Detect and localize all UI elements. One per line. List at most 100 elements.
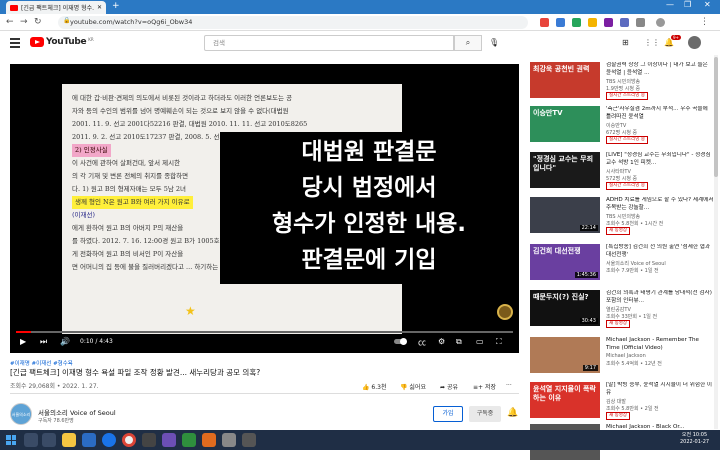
recommendation-item[interactable]: 22:14 ADHD 치료를 게임으로 할 수 있다? 세계에서 주목받는 강놀할… xyxy=(530,197,716,235)
recommendation-meta: 1.9만명 시청 중 xyxy=(606,86,641,92)
new-tab-button[interactable]: + xyxy=(112,1,120,11)
theater-mode-icon[interactable]: ▭ xyxy=(476,337,484,346)
recommendation-thumbnail[interactable]: 윤석열 지지율이 폭락하는 이유 xyxy=(530,382,600,418)
task-view-icon[interactable] xyxy=(42,433,56,447)
channel-avatar[interactable]: 서울의소리 xyxy=(10,403,32,425)
search-taskbar-icon[interactable] xyxy=(24,433,38,447)
recommendation-channel[interactable]: 김상 대발 xyxy=(606,398,626,405)
recommendation-item[interactable]: 최강욱 공천빈 권력 검찰권력 상상 그 이상이다 | 내가 보고 들은 윤석열 … xyxy=(530,62,716,100)
recommendation-channel[interactable]: 열린공감TV xyxy=(606,306,631,313)
recommendation-item[interactable]: 이승만TV '측근'사우실겸 2m까지 부적... 우주 곡을에 틀려따진 윤석열… xyxy=(530,106,716,144)
settings-gear-icon[interactable]: ⚙ xyxy=(438,337,445,346)
recommendation-title[interactable]: Michael Jackson - Remember The Time (Off… xyxy=(606,337,714,352)
app-icon[interactable] xyxy=(202,433,216,447)
recommendation-title[interactable]: '측근'사우실겸 2m까지 부적... 우주 곡을에 틀려따진 윤석열 xyxy=(606,106,714,121)
scrollbar-thumb[interactable] xyxy=(714,57,718,177)
more-actions-button[interactable]: ··· xyxy=(506,382,512,389)
live-badge: 새 동영상 xyxy=(606,320,630,328)
mic-icon[interactable]: 🎙 xyxy=(489,38,499,47)
minimize-icon[interactable]: — xyxy=(666,0,674,9)
recommendation-item[interactable]: 9:17 Michael Jackson - Remember The Time … xyxy=(530,337,716,374)
recommendation-title[interactable]: ADHD 치료를 게임으로 할 수 있다? 세계에서 주목받는 강놀할... xyxy=(606,197,714,212)
subscribe-button[interactable]: 구독중 xyxy=(469,406,501,422)
join-button[interactable]: 가입 xyxy=(433,406,463,422)
extension-icon[interactable] xyxy=(540,18,549,27)
recommendation-channel[interactable]: 시사타파TV xyxy=(606,168,631,175)
miniplayer-icon[interactable]: ⧉ xyxy=(456,337,462,347)
hashtags[interactable]: #이재명 #이재선 #형수욕 xyxy=(10,359,73,367)
fullscreen-icon[interactable]: ⛶ xyxy=(496,337,502,347)
recommendation-channel[interactable]: Michael Jackson xyxy=(606,353,646,359)
autoplay-toggle[interactable] xyxy=(394,338,407,345)
search-input[interactable]: 검색 xyxy=(204,35,454,51)
subtitles-icon[interactable]: ㏄ xyxy=(418,337,426,348)
video-progress-bar[interactable] xyxy=(16,331,513,333)
kebab-menu-icon[interactable]: ⋮ xyxy=(700,17,709,27)
create-video-icon[interactable]: ⊞ xyxy=(622,38,629,47)
forward-icon[interactable]: → xyxy=(20,17,28,27)
youtube-logo[interactable]: YouTube KR xyxy=(30,37,94,47)
recommendation-thumbnail[interactable]: 22:14 xyxy=(530,197,600,233)
extension-icon[interactable] xyxy=(556,18,565,27)
recommendation-channel[interactable]: 이승만TV xyxy=(606,122,626,129)
hamburger-menu-icon[interactable] xyxy=(10,38,20,50)
extension-icon[interactable] xyxy=(620,18,629,27)
recommendation-title[interactable]: [말] 박빙 승부, 윤석열 지지율이 더 위험한 이유 xyxy=(606,382,714,397)
profile-icon[interactable] xyxy=(656,18,665,27)
recommendation-thumbnail[interactable]: 때문두지(?) 진실? 30:43 xyxy=(530,290,600,326)
recommendation-thumbnail[interactable]: 이승만TV xyxy=(530,106,600,142)
maximize-icon[interactable]: ❐ xyxy=(684,0,691,9)
scrollbar[interactable] xyxy=(714,55,718,429)
extension-icon[interactable] xyxy=(572,18,581,27)
recommendation-thumbnail[interactable]: 김건희 대선전쟁 1:45:36 xyxy=(530,244,600,280)
chrome-icon[interactable] xyxy=(122,433,136,447)
close-window-icon[interactable]: ✕ xyxy=(704,0,711,9)
recommendation-thumbnail[interactable]: 9:17 xyxy=(530,337,600,373)
recommendation-thumbnail[interactable]: "정경심 교수는 무죄입니다" xyxy=(530,152,600,188)
recommendation-title[interactable]: 검찰권력 상상 그 이상이다 | 내가 보고 들은 윤석열 | 윤석열 ... xyxy=(606,62,714,77)
file-explorer-icon[interactable] xyxy=(62,433,76,447)
app-icon[interactable] xyxy=(182,433,196,447)
recommendation-title[interactable]: 김건희 의혹과 태평기 관계를 당대적(전 검사) 포함의 인터뷰... xyxy=(606,290,714,305)
recommendation-channel[interactable]: 서울의소리 Voice of Seoul xyxy=(606,260,666,267)
recommendation-thumbnail[interactable]: 최강욱 공천빈 권력 xyxy=(530,62,600,98)
back-icon[interactable]: ← xyxy=(6,17,14,27)
extension-icon[interactable] xyxy=(588,18,597,27)
address-bar[interactable]: youtube.com/watch?v=oQg6i_Obw34 xyxy=(58,16,528,29)
system-clock[interactable]: 오전 10:05 2022-01-27 xyxy=(680,432,709,446)
next-icon[interactable]: ⏭ xyxy=(40,337,47,347)
volume-icon[interactable]: 🔊 xyxy=(60,337,70,346)
app-icon[interactable] xyxy=(142,433,156,447)
search-button[interactable]: ⌕ xyxy=(454,35,482,51)
app-icon[interactable] xyxy=(242,433,256,447)
recommendation-title[interactable]: [특집방송] 김건희 전 의원 출연 '섬세한 협과 대선전쟁' xyxy=(606,244,714,259)
recommendation-channel[interactable]: TBS 시민의방송 xyxy=(606,213,640,220)
edge-icon[interactable] xyxy=(102,433,116,447)
account-avatar[interactable] xyxy=(688,36,701,49)
recommendation-item[interactable]: "정경심 교수는 무죄입니다" [LIVE] "정경심 교수는 무죄입니다" - … xyxy=(530,152,716,190)
mail-icon[interactable] xyxy=(82,433,96,447)
save-button[interactable]: ≡+ 저장 xyxy=(473,382,496,391)
like-button[interactable]: 👍 6.3천 xyxy=(362,382,386,391)
puzzle-icon[interactable] xyxy=(636,18,645,27)
notification-bell-icon[interactable]: 🔔 xyxy=(507,408,518,418)
video-title: [긴급 팩트체크] 이재명 형수 욕설 파일 조작 정황 발견... 새누리당과… xyxy=(10,368,261,377)
video-player[interactable]: 에 대한 갑·비판·견제의 의도에서 비롯된 것이라고 하더라도 이러한 언론보… xyxy=(10,64,519,353)
play-icon[interactable]: ▶ xyxy=(20,337,26,346)
app-icon[interactable] xyxy=(222,433,236,447)
recommendation-item[interactable]: 윤석열 지지율이 폭락하는 이유 [말] 박빙 승부, 윤석열 지지율이 더 위험… xyxy=(530,382,716,420)
share-button[interactable]: ➦ 공유 xyxy=(440,382,458,391)
extension-icon[interactable] xyxy=(604,18,613,27)
browser-tab[interactable]: [긴급 팩트체크] 이재명 형수... ✕ xyxy=(6,1,106,14)
recommendation-title[interactable]: [LIVE] "정경심 교수는 무죄입니다" - 정경심 교수 석방 1인 피켓… xyxy=(606,152,714,167)
windows-start-icon[interactable] xyxy=(6,435,16,445)
dislike-button[interactable]: 👎 싫어요 xyxy=(400,382,426,391)
recommendation-item[interactable]: 때문두지(?) 진실? 30:43 김건희 의혹과 태평기 관계를 당대적(전 검사… xyxy=(530,290,716,328)
tab-close-icon[interactable]: ✕ xyxy=(97,4,102,11)
recommendation-channel[interactable]: TBS 시민의방송 xyxy=(606,78,640,85)
recommendation-item[interactable]: 김건희 대선전쟁 1:45:36 [특집방송] 김건희 전 의원 출연 '섬세한 협… xyxy=(530,244,716,281)
reload-icon[interactable]: ↻ xyxy=(34,17,42,27)
channel-name[interactable]: 서울의소리 Voice of Seoul xyxy=(38,407,116,417)
app-icon[interactable] xyxy=(162,433,176,447)
apps-grid-icon[interactable]: ⋮⋮ xyxy=(644,38,660,47)
